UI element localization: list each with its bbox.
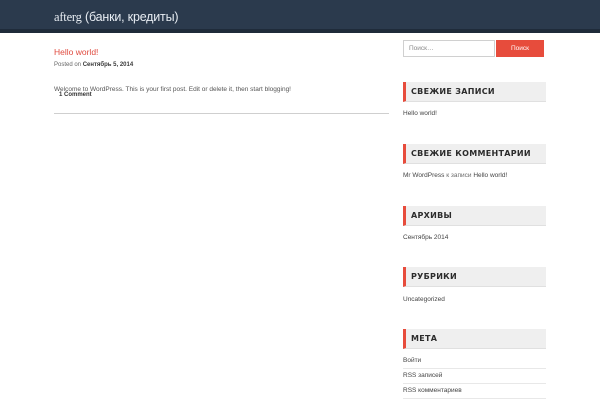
recent-post-link[interactable]: Hello world! bbox=[403, 110, 437, 118]
search-input[interactable] bbox=[403, 40, 495, 57]
widget-title-categories: РУБРИКИ bbox=[403, 267, 546, 287]
archive-link[interactable]: Сентябрь 2014 bbox=[403, 234, 448, 242]
widget-title-meta: МЕТА bbox=[403, 329, 546, 349]
site-title[interactable]: afterg (банки, кредиты) bbox=[54, 10, 179, 25]
comment-author-link[interactable]: Mr WordPress bbox=[403, 172, 444, 179]
search-button[interactable]: Поиск bbox=[496, 40, 544, 57]
comment-connector: к записи bbox=[446, 172, 472, 179]
widget-title-archives: АРХИВЫ bbox=[403, 206, 546, 226]
comments-link[interactable]: 1 Comment bbox=[59, 92, 92, 98]
meta-rss-comments-link[interactable]: RSS комментариев bbox=[403, 384, 546, 399]
site-header: afterg (банки, кредиты) bbox=[0, 0, 600, 33]
widget-title-recent-posts: СВЕЖИЕ ЗАПИСИ bbox=[403, 82, 546, 102]
meta-rss-posts-link[interactable]: RSS записей bbox=[403, 369, 546, 384]
site-title-rest: (банки, кредиты) bbox=[85, 10, 179, 24]
recent-comment-item: Mr WordPress к записи Hello world! bbox=[403, 172, 507, 180]
widget-title-recent-comments: СВЕЖИЕ КОММЕНТАРИИ bbox=[403, 144, 546, 164]
category-link[interactable]: Uncategorized bbox=[403, 296, 445, 304]
site-title-prefix: afterg bbox=[54, 10, 82, 24]
post-divider bbox=[54, 113, 389, 114]
post-meta-prefix: Posted on bbox=[54, 62, 82, 68]
post-date-link[interactable]: Сентябрь 5, 2014 bbox=[83, 62, 133, 68]
meta-login-link[interactable]: Войти bbox=[403, 354, 546, 369]
post-meta: Posted on Сентябрь 5, 2014 bbox=[54, 61, 389, 69]
main-content: Hello world! Posted on Сентябрь 5, 2014 … bbox=[54, 42, 389, 114]
search-form: Поиск bbox=[403, 40, 546, 58]
post-content: Welcome to WordPress. This is your first… bbox=[54, 86, 291, 93]
comment-post-link[interactable]: Hello world! bbox=[473, 172, 507, 179]
post-title-link[interactable]: Hello world! bbox=[54, 46, 98, 58]
